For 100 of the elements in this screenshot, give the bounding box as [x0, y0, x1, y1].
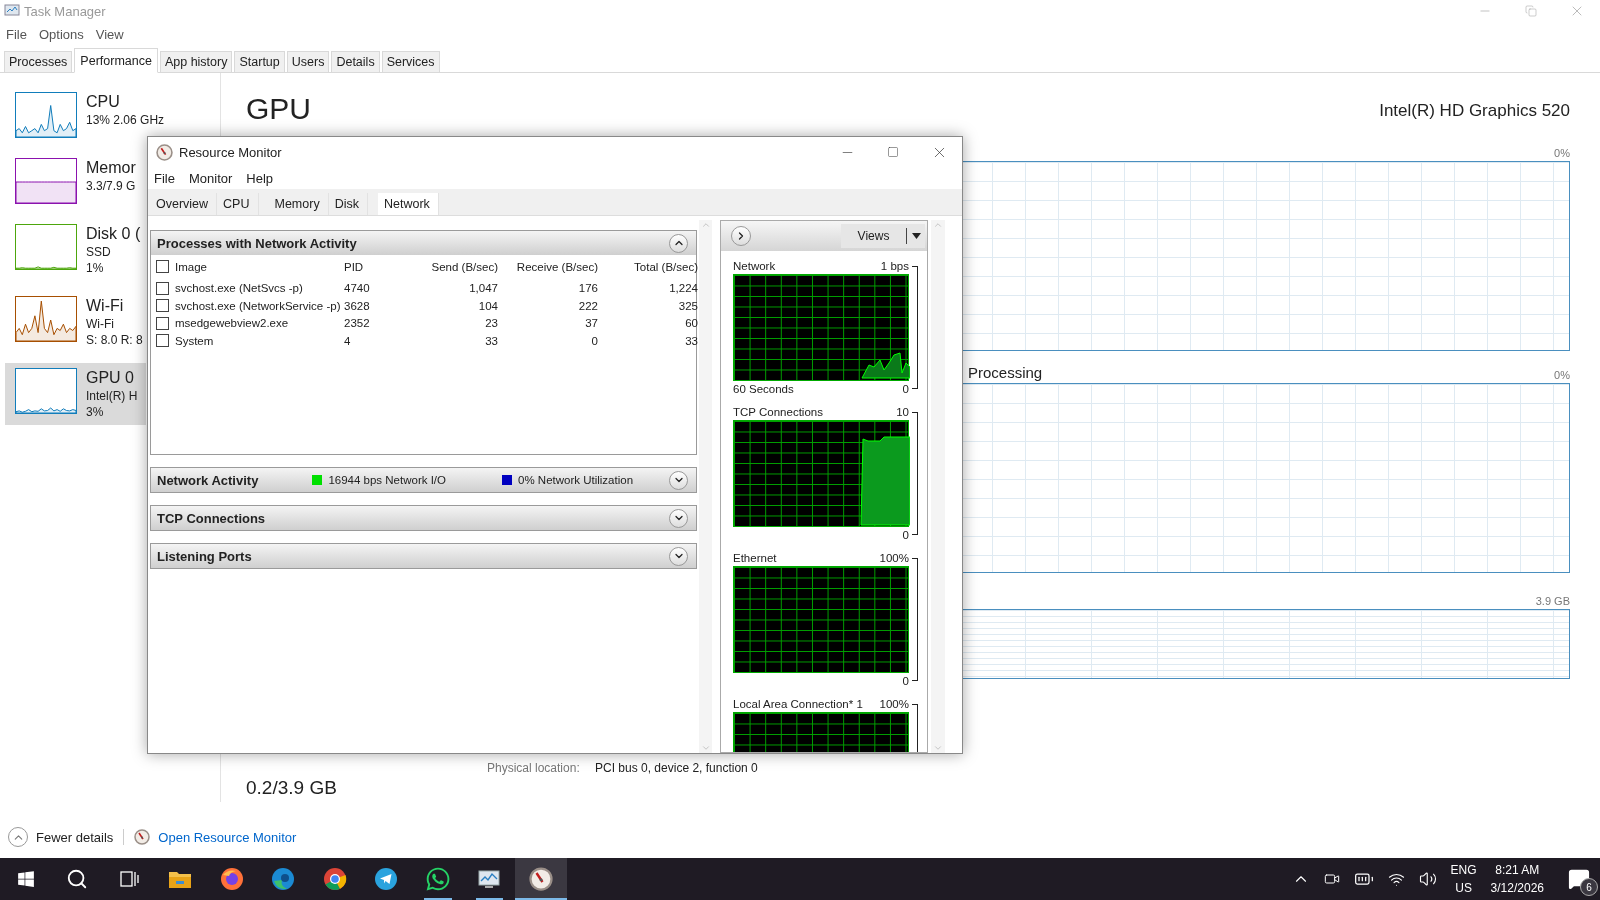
chat-bubble-icon[interactable]	[424, 866, 451, 892]
clock-time[interactable]: 8:21 AM	[1495, 861, 1540, 879]
collapse-pane-button[interactable]	[731, 226, 751, 246]
caret-icon	[911, 233, 921, 239]
start-icon[interactable]	[16, 870, 35, 888]
panel-title: TCP Connections	[157, 510, 266, 526]
table-cell-text: 222	[577, 299, 598, 312]
location-label: Physical location:	[487, 761, 581, 777]
column-header[interactable]: Image	[175, 260, 207, 273]
table-cell-text: 0	[590, 334, 598, 347]
table-cell-text: 104	[477, 299, 498, 312]
sidebar-item[interactable]: GPU 0 Intel(R) H 3%	[5, 363, 146, 425]
page-heading: GPU	[246, 92, 311, 126]
menu-item[interactable]: Monitor	[188, 170, 233, 186]
table-cell: svchost.exe (NetworkService -p)	[175, 299, 341, 312]
tab[interactable]: Processes	[4, 51, 73, 72]
resource-monitor-link[interactable]: Open Resource Monitor	[158, 829, 297, 845]
panel-title: Listening Ports	[157, 548, 252, 564]
browser-icon[interactable]	[271, 867, 296, 891]
panel-header[interactable]: Listening Ports	[151, 544, 696, 568]
table-cell-text: 3628	[344, 299, 371, 312]
table-cell-text: 176	[577, 282, 598, 295]
checkbox[interactable]	[156, 281, 169, 295]
notification-badge: 6	[1580, 878, 1598, 896]
graph-min-label: 0	[902, 529, 909, 541]
monitor-chart-icon[interactable]	[477, 868, 502, 890]
collapse-button[interactable]	[669, 233, 688, 253]
language-indicator[interactable]: US	[1455, 879, 1472, 897]
checkbox[interactable]	[156, 334, 169, 348]
speaker-icon[interactable]	[1418, 870, 1437, 888]
tab[interactable]: Users	[286, 51, 330, 72]
paper-plane-icon[interactable]	[374, 867, 399, 891]
tab[interactable]: Performance	[74, 48, 158, 73]
table-cell-text: 4	[344, 334, 352, 347]
column-header[interactable]: PID	[344, 260, 412, 273]
expand-button[interactable]	[669, 508, 688, 528]
graph-title: TCP Connections	[733, 406, 823, 418]
checkbox[interactable]	[156, 299, 169, 313]
column-header[interactable]: Receive (B/sec)	[498, 260, 598, 273]
table-cell-text: 325	[677, 299, 698, 312]
adapter-name: Intel(R) HD Graphics 520	[1379, 101, 1570, 121]
expand-button[interactable]	[669, 470, 688, 490]
gauge-icon[interactable]	[528, 867, 553, 891]
expand-button[interactable]	[669, 546, 688, 566]
graph-min-label: 0	[902, 675, 909, 687]
menu-item[interactable]: Options	[38, 26, 84, 42]
maximize-icon[interactable]	[887, 146, 899, 158]
resource-name: Disk 0 (	[86, 224, 141, 244]
panel-title: Network Activity	[157, 472, 259, 488]
browser-icon[interactable]	[322, 867, 347, 891]
tab[interactable]: Startup	[234, 51, 285, 72]
sidebar-item[interactable]: Wi-Fi Wi-Fi S: 8.0 R: 8	[5, 291, 146, 353]
graph-max-label: 1 bps	[880, 260, 909, 272]
app-icon	[4, 4, 20, 18]
resource-name: CPU	[86, 92, 121, 112]
table-cell-text: 2352	[344, 317, 371, 330]
menu-item[interactable]: Help	[246, 170, 274, 186]
resource-detail: 1%	[86, 260, 105, 276]
graph-max-label: 0%	[1554, 147, 1570, 159]
fewer-details-link[interactable]: Fewer details	[36, 829, 114, 845]
table-cell-text: 1,047	[468, 282, 498, 295]
sidebar-item[interactable]: Memor 3.3/7.9 G	[5, 153, 146, 209]
tab[interactable]: Network	[377, 193, 439, 215]
table-cell-text: 60	[684, 317, 698, 330]
checkbox[interactable]	[156, 316, 169, 330]
graph-title: Local Area Connection* 1	[733, 698, 863, 710]
resource-name: GPU 0	[86, 368, 135, 388]
resource-detail: Intel(R) H	[86, 388, 138, 404]
checkbox[interactable]	[156, 260, 169, 274]
graph-title: Network	[733, 260, 776, 272]
task-view-icon[interactable]	[118, 870, 139, 888]
sidebar-item[interactable]: CPU 13% 2.06 GHz	[5, 87, 165, 143]
column-header[interactable]: Send (B/sec)	[412, 260, 498, 273]
tab[interactable]: Details	[331, 51, 380, 72]
panel-header[interactable]: Network Activity 16944 bps Network I/O 0% Network Utilization	[151, 468, 696, 492]
sidebar-item[interactable]: Disk 0 ( SSD 1%	[5, 219, 146, 281]
menu-item[interactable]: File	[154, 170, 175, 186]
taskbar-button[interactable]	[515, 858, 567, 900]
table-cell-text: 1,224	[668, 282, 698, 295]
app-icon	[156, 143, 173, 161]
browser-icon[interactable]	[219, 867, 244, 891]
language-indicator[interactable]: ENG	[1450, 861, 1477, 879]
column-header[interactable]: Total (B/sec)	[598, 260, 698, 273]
camera-icon[interactable]	[1323, 871, 1340, 887]
menu-item[interactable]: File	[6, 26, 27, 42]
graph-title: Ethernet	[733, 552, 777, 564]
resource-detail: 13% 2.06 GHz	[86, 112, 165, 128]
views-button[interactable]: Views	[841, 224, 925, 248]
folder-icon[interactable]	[168, 869, 193, 889]
tab[interactable]: App history	[159, 51, 233, 72]
menu-item[interactable]: View	[95, 26, 124, 42]
clock-date[interactable]: 3/12/2026	[1490, 879, 1544, 897]
panel-header[interactable]: Processes with Network Activity	[151, 231, 696, 255]
tab[interactable]: Services	[381, 51, 440, 72]
panel-header[interactable]: TCP Connections	[151, 506, 696, 530]
window-title: Task Manager	[24, 3, 106, 19]
traffic-trace	[861, 352, 910, 379]
table-cell-text: 37	[584, 317, 598, 330]
search-icon[interactable]	[66, 868, 89, 890]
legend-label: 0% Network Utilization	[518, 474, 634, 486]
